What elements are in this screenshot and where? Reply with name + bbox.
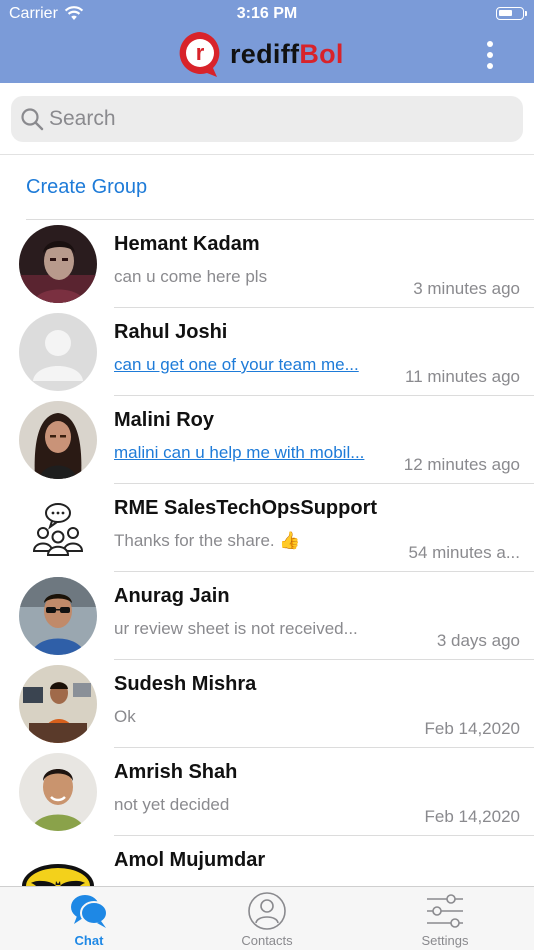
- chat-list-screen: Carrier 3:16 PM r rediffBol Create: [0, 0, 534, 950]
- logo-text-bol: Bol: [299, 38, 344, 69]
- message-timestamp: 54 minutes a...: [408, 543, 520, 562]
- contact-name: Amol Mujumdar: [114, 849, 266, 871]
- message-timestamp: Feb 14,2020: [424, 807, 520, 826]
- message-preview: not yet decided: [114, 795, 230, 814]
- battery-level: [499, 10, 512, 16]
- contact-name: Malini Roy: [114, 409, 215, 431]
- chat-list-item[interactable]: Rahul Joshi can u get one of your team me…: [0, 308, 534, 396]
- app-header: Carrier 3:16 PM r rediffBol: [0, 0, 534, 83]
- search-input[interactable]: [49, 102, 509, 136]
- avatar[interactable]: [19, 401, 97, 479]
- contact-name: Amrish Shah: [114, 761, 238, 783]
- chat-list-item[interactable]: Malini Roy malini can u help me with mobi…: [0, 396, 534, 484]
- chat-list: Hemant Kadam can u come here pls 3 minutes…: [0, 220, 534, 924]
- message-preview: Ok: [114, 707, 136, 726]
- sliders-icon: [427, 894, 463, 928]
- create-group-link[interactable]: Create Group: [26, 176, 147, 199]
- message-timestamp: Feb 14,2020: [424, 719, 520, 738]
- contact-name: Hemant Kadam: [114, 233, 260, 255]
- message-preview: ur review sheet is not received...: [114, 619, 358, 638]
- tab-label-contacts: Contacts: [241, 933, 293, 948]
- battery-icon: [496, 7, 527, 20]
- tab-label-settings: Settings: [421, 933, 469, 948]
- chat-list-item[interactable]: Hemant Kadam can u come here pls 3 minutes…: [0, 220, 534, 308]
- avatar[interactable]: [19, 753, 97, 831]
- status-bar: Carrier 3:16 PM: [0, 0, 534, 28]
- message-preview: Thanks for the share. 👍: [114, 531, 301, 550]
- chat-list-item[interactable]: Amrish Shah not yet decided Feb 14,2020: [0, 748, 534, 836]
- contact-person-icon: [248, 892, 286, 930]
- contact-name: Anurag Jain: [114, 585, 230, 607]
- tab-label-chat: Chat: [74, 933, 104, 948]
- search-bar[interactable]: [11, 96, 523, 142]
- search-bar-container: [0, 83, 534, 155]
- tab-settings[interactable]: Settings: [356, 887, 534, 950]
- tab-contacts[interactable]: Contacts: [178, 887, 356, 950]
- avatar[interactable]: [19, 577, 97, 655]
- svg-text:r: r: [196, 40, 205, 65]
- message-preview: can u come here pls: [114, 267, 268, 286]
- avatar[interactable]: [19, 665, 97, 743]
- message-timestamp: 12 minutes ago: [403, 455, 520, 474]
- status-time: 3:16 PM: [236, 5, 298, 22]
- rediffbol-logo: r rediffBol: [176, 30, 344, 78]
- chat-list-item[interactable]: RME SalesTechOpsSupport Thanks for the sh…: [0, 484, 534, 572]
- default-person-icon[interactable]: [19, 313, 97, 391]
- message-preview-link[interactable]: can u get one of your team me...: [114, 355, 386, 375]
- more-vertical-icon[interactable]: [478, 38, 502, 72]
- message-timestamp: 11 minutes ago: [405, 367, 520, 386]
- contact-name: RME SalesTechOpsSupport: [114, 497, 378, 519]
- logo-text-rediff: rediff: [230, 38, 300, 69]
- tab-bar: Chat Contacts Settings: [0, 886, 534, 950]
- chat-bubbles-icon: [71, 895, 108, 928]
- avatar[interactable]: [19, 225, 97, 303]
- message-timestamp: 3 days ago: [436, 631, 520, 650]
- tab-chat[interactable]: Chat: [0, 887, 178, 950]
- message-timestamp: 3 minutes ago: [413, 279, 520, 298]
- rediff-badge-icon: r: [179, 32, 220, 77]
- chat-list-item[interactable]: Anurag Jain ur review sheet is not receiv…: [0, 572, 534, 660]
- group-chat-icon[interactable]: [19, 489, 97, 567]
- contact-name: Rahul Joshi: [114, 321, 228, 343]
- contact-name: Sudesh Mishra: [114, 673, 257, 695]
- message-preview-link[interactable]: malini can u help me with mobil...: [114, 443, 386, 463]
- search-icon: [21, 108, 44, 131]
- chat-list-item[interactable]: Sudesh Mishra Ok Feb 14,2020: [0, 660, 534, 748]
